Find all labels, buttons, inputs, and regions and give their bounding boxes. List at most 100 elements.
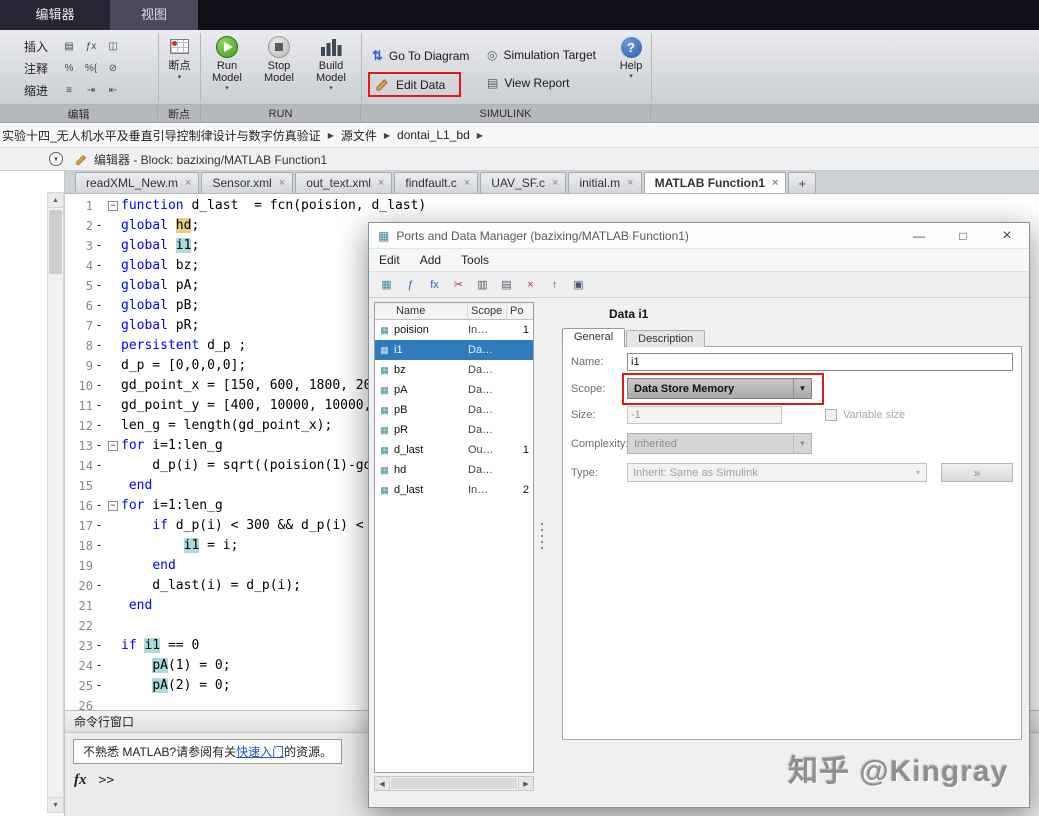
ribbon-edit-row-label[interactable]: 注释 bbox=[24, 60, 56, 77]
breakpoint-gutter[interactable]: - bbox=[93, 316, 105, 336]
indent-left-icon[interactable]: ⇤ bbox=[104, 82, 122, 99]
table-header[interactable]: Scope bbox=[468, 303, 507, 319]
close-icon[interactable]: × bbox=[985, 223, 1029, 249]
comment-icon[interactable]: % bbox=[60, 60, 78, 77]
close-tab-icon[interactable]: × bbox=[378, 177, 384, 189]
breakpoint-gutter[interactable]: - bbox=[93, 536, 105, 556]
menu-edit[interactable]: Edit bbox=[369, 253, 410, 267]
ribbon-edit-row-label[interactable]: 缩进 bbox=[24, 82, 56, 99]
tab-view[interactable]: 视图 bbox=[110, 0, 198, 30]
table-row[interactable]: ▦i1Da… bbox=[375, 340, 533, 360]
table-row[interactable]: ▦pBDa… bbox=[375, 400, 533, 420]
breakpoint-gutter[interactable]: - bbox=[93, 416, 105, 436]
table-header[interactable]: Name bbox=[375, 303, 468, 319]
view-report-button[interactable]: ▤ View Report bbox=[487, 76, 570, 90]
breakpoint-gutter[interactable] bbox=[93, 556, 105, 576]
ribbon-edit-row-label[interactable]: 插入 bbox=[24, 38, 56, 55]
line-number[interactable]: 19 bbox=[65, 556, 93, 576]
breakpoint-gutter[interactable]: - bbox=[93, 676, 105, 696]
breakpoint-gutter[interactable] bbox=[93, 696, 105, 710]
breakpoint-gutter[interactable]: - bbox=[93, 656, 105, 676]
line-number[interactable]: 24 bbox=[65, 656, 93, 676]
dialog-icon[interactable]: ▣ bbox=[568, 274, 589, 295]
delete-icon[interactable]: × bbox=[520, 274, 541, 295]
uncomment-icon[interactable]: ⊘ bbox=[104, 60, 122, 77]
table-row[interactable]: ▦bzDa… bbox=[375, 360, 533, 380]
breadcrumb-item[interactable]: 源文件 bbox=[341, 127, 377, 144]
breakpoint-gutter[interactable]: - bbox=[93, 336, 105, 356]
file-tab[interactable]: Sensor.xml× bbox=[201, 172, 293, 193]
breakpoint-gutter[interactable]: - bbox=[93, 396, 105, 416]
close-tab-icon[interactable]: × bbox=[464, 177, 470, 189]
scroll-down-icon[interactable]: ▼ bbox=[48, 797, 63, 812]
breakpoint-gutter[interactable]: - bbox=[93, 516, 105, 536]
scrollbar-thumb[interactable] bbox=[49, 210, 62, 274]
simulation-target-button[interactable]: ◎ Simulation Target bbox=[487, 48, 596, 62]
breakpoint-gutter[interactable]: - bbox=[93, 376, 105, 396]
file-tab[interactable]: out_text.xml× bbox=[295, 172, 392, 193]
line-number[interactable]: 13 bbox=[65, 436, 93, 456]
copy-icon[interactable]: ▥ bbox=[472, 274, 493, 295]
scrollbar-thumb[interactable] bbox=[391, 778, 517, 789]
fold-collapse-icon[interactable]: − bbox=[108, 501, 118, 511]
paste-icon[interactable]: ▤ bbox=[496, 274, 517, 295]
go-to-diagram-button[interactable]: ⇅ Go To Diagram bbox=[372, 48, 469, 64]
breakpoint-gutter[interactable] bbox=[93, 476, 105, 496]
line-number[interactable]: 25 bbox=[65, 676, 93, 696]
name-field[interactable] bbox=[627, 353, 1013, 371]
close-tab-icon[interactable]: × bbox=[772, 177, 778, 189]
table-horizontal-scrollbar[interactable]: ◀ ▶ bbox=[374, 776, 534, 791]
breakpoint-gutter[interactable]: - bbox=[93, 496, 105, 516]
dialog-titlebar[interactable]: ▦ Ports and Data Manager (bazixing/MATLA… bbox=[369, 223, 1029, 249]
file-tab[interactable]: readXML_New.m× bbox=[75, 172, 199, 193]
file-tab[interactable]: findfault.c× bbox=[394, 172, 478, 193]
move-up-icon[interactable]: ↑ bbox=[544, 274, 565, 295]
function-block-icon[interactable]: ◫ bbox=[104, 38, 122, 55]
scroll-up-icon[interactable]: ▲ bbox=[48, 193, 63, 208]
new-tab-button[interactable]: + bbox=[788, 172, 816, 193]
line-number[interactable]: 21 bbox=[65, 596, 93, 616]
breakpoint-gutter[interactable]: - bbox=[93, 216, 105, 236]
cut-icon[interactable]: ✂ bbox=[448, 274, 469, 295]
line-number[interactable]: 9 bbox=[65, 356, 93, 376]
breakpoint-gutter[interactable]: - bbox=[93, 456, 105, 476]
table-row[interactable]: ▦d_lastIn…2 bbox=[375, 480, 533, 500]
line-number[interactable]: 8 bbox=[65, 336, 93, 356]
table-row[interactable]: ▦d_lastOu…1 bbox=[375, 440, 533, 460]
help-button[interactable]: ? Help ▾ bbox=[608, 30, 654, 104]
breakpoint-gutter[interactable] bbox=[93, 196, 105, 216]
breakpoint-gutter[interactable]: - bbox=[93, 236, 105, 256]
line-number[interactable]: 7 bbox=[65, 316, 93, 336]
line-number[interactable]: 2 bbox=[65, 216, 93, 236]
breakpoint-gutter[interactable] bbox=[93, 616, 105, 636]
file-tab[interactable]: MATLAB Function1× bbox=[644, 172, 787, 193]
run-model-button[interactable]: Run Model ▾ bbox=[201, 30, 253, 104]
table-row[interactable]: ▦hdDa… bbox=[375, 460, 533, 480]
line-number[interactable]: 1 bbox=[65, 196, 93, 216]
line-number[interactable]: 10 bbox=[65, 376, 93, 396]
line-number[interactable]: 18 bbox=[65, 536, 93, 556]
minimize-icon[interactable]: — bbox=[897, 223, 941, 249]
comment-block-icon[interactable]: %{ bbox=[82, 60, 100, 77]
quick-start-link[interactable]: 快速入门 bbox=[236, 745, 284, 759]
breakpoint-gutter[interactable]: - bbox=[93, 436, 105, 456]
line-number[interactable]: 20 bbox=[65, 576, 93, 596]
table-row[interactable]: ▦poisionIn…1 bbox=[375, 320, 533, 340]
table-row[interactable]: ▦pADa… bbox=[375, 380, 533, 400]
breakpoint-gutter[interactable]: - bbox=[93, 296, 105, 316]
line-number[interactable]: 22 bbox=[65, 616, 93, 636]
menu-tools[interactable]: Tools bbox=[451, 253, 499, 267]
close-tab-icon[interactable]: × bbox=[627, 177, 633, 189]
breakpoint-gutter[interactable] bbox=[93, 596, 105, 616]
breakpoint-gutter[interactable]: - bbox=[93, 356, 105, 376]
line-number[interactable]: 17 bbox=[65, 516, 93, 536]
edit-data-button[interactable]: Edit Data bbox=[368, 72, 461, 97]
breadcrumb-item[interactable]: 实验十四_无人机水平及垂直引导控制律设计与数字仿真验证 bbox=[2, 127, 321, 144]
file-tab[interactable]: UAV_SF.c× bbox=[480, 172, 566, 193]
fold-collapse-icon[interactable]: − bbox=[108, 201, 118, 211]
line-number[interactable]: 4 bbox=[65, 256, 93, 276]
line-number[interactable]: 12 bbox=[65, 416, 93, 436]
smart-indent-icon[interactable]: ≡ bbox=[60, 82, 78, 99]
scroll-right-icon[interactable]: ▶ bbox=[518, 777, 533, 790]
fold-collapse-icon[interactable]: − bbox=[108, 441, 118, 451]
